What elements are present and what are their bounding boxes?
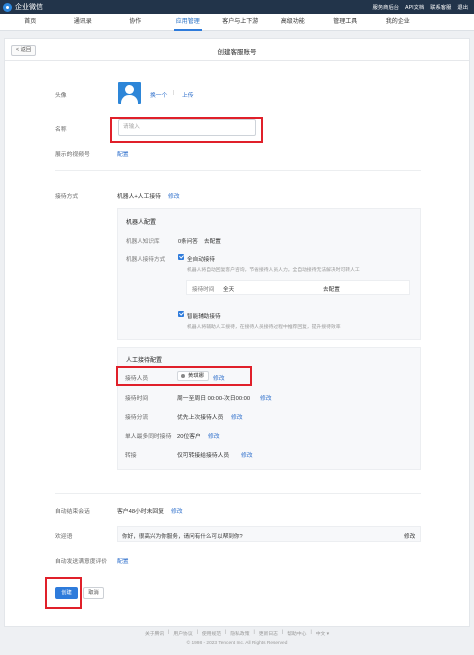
- wecom-logo-icon: [3, 2, 12, 12]
- footer-link-about[interactable]: 关于腾讯: [145, 630, 164, 637]
- max-concurrent-edit-link[interactable]: 修改: [208, 431, 220, 440]
- robot-kb-value: 0条问答: [178, 239, 198, 245]
- auto-reception-label: 全自动接待: [187, 257, 215, 263]
- robot-kb-config-link[interactable]: 去配置: [204, 237, 221, 245]
- auto-end-value: 客户48小时未回复: [117, 509, 165, 515]
- top-link-logout[interactable]: 退出: [457, 3, 468, 11]
- robot-time-label: 接待时间: [192, 287, 215, 293]
- footer-link-rules[interactable]: 使用规范: [202, 630, 221, 637]
- divider: |: [225, 630, 227, 635]
- top-bar: 企业微信 服务商后台 API文档 联系客服 退出: [0, 0, 474, 14]
- human-time-value: 周一至周日 00:00-次日00:00: [177, 396, 251, 402]
- welcome-label: 欢迎语: [55, 534, 73, 540]
- auto-reception-desc: 机器人将自动回复客户咨询，节省接待人员人力。全自动接待无法解决时可转人工: [187, 268, 360, 273]
- top-link-provider[interactable]: 服务商后台: [373, 3, 400, 11]
- robot-mode-label: 机器人接待方式: [126, 257, 166, 263]
- top-links: 服务商后台 API文档 联系客服 退出: [373, 3, 468, 11]
- main-nav: 首页 通讯录 协作 应用管理 客户与上下游 高级功能 管理工具 我的企业: [0, 14, 474, 31]
- staff-label: 接待人员: [125, 376, 149, 382]
- reception-mode-edit-link[interactable]: 修改: [168, 191, 180, 200]
- transfer-edit-link[interactable]: 修改: [241, 450, 253, 459]
- divider: |: [168, 630, 170, 635]
- robot-time-config-link[interactable]: 去配置: [323, 285, 340, 293]
- logo[interactable]: 企业微信: [3, 2, 43, 12]
- human-config-title: 人工接待配置: [126, 358, 163, 364]
- nav-item-customers[interactable]: 客户与上下游: [214, 14, 267, 31]
- staff-tag[interactable]: 黄琪娜: [177, 371, 209, 381]
- divider: |: [173, 90, 175, 96]
- divider: |: [196, 630, 198, 635]
- nav-item-contacts[interactable]: 通讯录: [57, 14, 110, 31]
- human-config-panel: 人工接待配置: [117, 347, 421, 470]
- robot-config-panel: 机器人配置 机器人知识库 0条问答 去配置 机器人接待方式 全自动接待 机器人将…: [117, 208, 421, 340]
- divider: [55, 170, 421, 171]
- footer-link-privacy[interactable]: 隐私政策: [230, 630, 249, 637]
- auto-end-label: 自动结束会话: [55, 509, 90, 515]
- survey-config-link[interactable]: 配置: [117, 556, 129, 565]
- distribution-value: 优先上次接待人员: [177, 415, 224, 421]
- avatar-change-link[interactable]: 换一个: [150, 90, 167, 99]
- reception-mode-label: 接待方式: [55, 194, 79, 200]
- nav-item-home[interactable]: 首页: [4, 14, 57, 31]
- page-title: 创建客服账号: [217, 49, 257, 56]
- divider: |: [253, 630, 255, 635]
- staff-edit-link[interactable]: 修改: [213, 373, 225, 382]
- reception-time-row: 接待时间 全天 去配置: [186, 280, 410, 295]
- footer: 关于腾讯 | 用户协议 | 使用规范 | 隐私政策 | 更新日志 | 帮助中心 | 中文 ▾…: [0, 630, 474, 646]
- nav-item-tools[interactable]: 管理工具: [319, 14, 372, 31]
- distribution-edit-link[interactable]: 修改: [231, 412, 243, 421]
- nav-item-advanced[interactable]: 高级功能: [267, 14, 320, 31]
- avatar-body-icon: [121, 95, 138, 104]
- divider: |: [310, 630, 312, 635]
- avatar-head-icon: [125, 85, 134, 94]
- robot-kb-label: 机器人知识库: [126, 239, 160, 245]
- smart-assist-desc: 机器人将辅助人工接待，在接待人员接待过程中推荐回复，提升接待效率: [187, 325, 341, 330]
- smart-assist-checkbox[interactable]: [178, 311, 184, 317]
- video-account-label: 展示的视频号: [55, 152, 90, 158]
- welcome-edit-link[interactable]: 修改: [404, 532, 415, 540]
- create-button[interactable]: 创建: [55, 587, 78, 599]
- video-account-config-link[interactable]: 配置: [117, 149, 129, 158]
- cancel-button[interactable]: 取消: [83, 587, 104, 599]
- transfer-value: 仅可转接给接待人员: [177, 453, 230, 459]
- smart-assist-label: 智能辅助接待: [187, 314, 221, 320]
- nav-item-my-company[interactable]: 我的企业: [372, 14, 425, 31]
- copyright: © 1998 - 2023 Tencent Inc. All Rights Re…: [186, 641, 288, 646]
- nav-item-collaboration[interactable]: 协作: [109, 14, 162, 31]
- human-time-edit-link[interactable]: 修改: [260, 393, 272, 402]
- max-concurrent-value: 20位客户: [177, 434, 201, 440]
- avatar-label: 头像: [55, 93, 67, 99]
- transfer-label: 转接: [125, 453, 137, 459]
- welcome-message: 你好，很高兴为你服务，请问有什么可以帮到你?: [122, 534, 243, 540]
- footer-link-changelog[interactable]: 更新日志: [259, 630, 278, 637]
- divider: |: [281, 630, 284, 635]
- distribution-label: 接待分流: [125, 415, 149, 421]
- top-link-support[interactable]: 联系客服: [430, 3, 451, 11]
- avatar-upload-link[interactable]: 上传: [182, 90, 194, 99]
- staff-name: 黄琪娜: [188, 373, 204, 379]
- logo-text: 企业微信: [15, 4, 43, 11]
- name-label: 名称: [55, 127, 67, 133]
- footer-link-help[interactable]: 帮助中心: [287, 630, 306, 637]
- survey-label: 自动发送满意度评价: [55, 559, 108, 565]
- name-input[interactable]: 请输入: [118, 119, 256, 136]
- human-time-label: 接待时间: [125, 396, 149, 402]
- footer-links: 关于腾讯 | 用户协议 | 使用规范 | 隐私政策 | 更新日志 | 帮助中心 | 中文 ▾: [0, 630, 474, 637]
- footer-link-terms[interactable]: 用户协议: [173, 630, 192, 637]
- auto-end-edit-link[interactable]: 修改: [171, 506, 183, 515]
- robot-time-value: 全天: [223, 287, 235, 293]
- max-concurrent-label: 单人最多同时接待: [125, 434, 172, 440]
- divider: [55, 493, 421, 494]
- avatar: [118, 82, 141, 104]
- auto-reception-checkbox[interactable]: [178, 254, 184, 260]
- language-select[interactable]: 中文 ▾: [316, 630, 329, 637]
- robot-config-title: 机器人配置: [126, 220, 157, 226]
- top-link-api-docs[interactable]: API文档: [405, 3, 424, 11]
- welcome-message-box: 你好，很高兴为你服务，请问有什么可以帮到你? 修改: [117, 526, 421, 542]
- nav-item-app-management[interactable]: 应用管理: [162, 14, 215, 31]
- card-header: < 返回 创建客服账号: [5, 39, 469, 61]
- reception-mode-value: 机器人+人工接待: [117, 194, 161, 200]
